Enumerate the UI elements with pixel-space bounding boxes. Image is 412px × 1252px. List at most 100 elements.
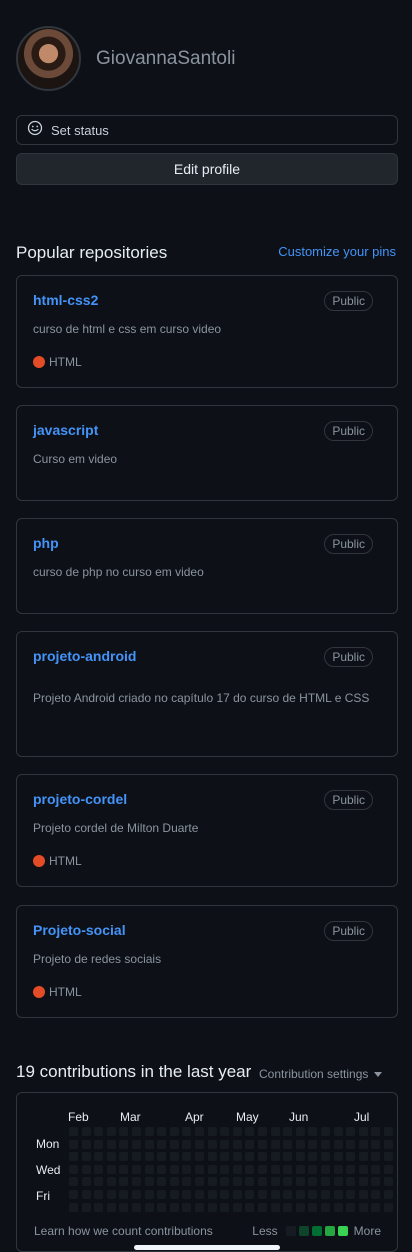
contribution-day-cell[interactable] bbox=[94, 1190, 104, 1199]
contribution-day-cell[interactable] bbox=[169, 1177, 179, 1187]
contribution-day-cell[interactable] bbox=[321, 1127, 330, 1136]
contribution-day-cell[interactable] bbox=[69, 1190, 78, 1199]
contribution-day-cell[interactable] bbox=[333, 1202, 343, 1212]
contribution-day-cell[interactable] bbox=[371, 1202, 381, 1212]
contribution-day-cell[interactable] bbox=[232, 1127, 242, 1136]
contribution-day-cell[interactable] bbox=[94, 1152, 104, 1162]
contribution-day-cell[interactable] bbox=[358, 1164, 368, 1174]
contribution-day-cell[interactable] bbox=[69, 1202, 78, 1212]
set-status-button[interactable]: Set status bbox=[16, 115, 398, 145]
contribution-day-cell[interactable] bbox=[346, 1202, 356, 1212]
contribution-day-cell[interactable] bbox=[195, 1139, 204, 1149]
contribution-day-cell[interactable] bbox=[195, 1202, 204, 1212]
contribution-day-cell[interactable] bbox=[295, 1190, 305, 1199]
contribution-day-cell[interactable] bbox=[245, 1202, 255, 1212]
contribution-day-cell[interactable] bbox=[295, 1127, 305, 1136]
contribution-day-cell[interactable] bbox=[283, 1202, 293, 1212]
contribution-day-cell[interactable] bbox=[144, 1177, 154, 1187]
contribution-day-cell[interactable] bbox=[232, 1177, 242, 1187]
contribution-day-cell[interactable] bbox=[69, 1127, 78, 1136]
contribution-settings-dropdown[interactable]: Contribution settings bbox=[259, 1067, 383, 1081]
contribution-day-cell[interactable] bbox=[182, 1190, 192, 1199]
contribution-day-cell[interactable] bbox=[157, 1139, 167, 1149]
contribution-day-cell[interactable] bbox=[169, 1139, 179, 1149]
contribution-day-cell[interactable] bbox=[283, 1164, 293, 1174]
contribution-day-cell[interactable] bbox=[270, 1164, 280, 1174]
contribution-day-cell[interactable] bbox=[358, 1127, 368, 1136]
contribution-day-cell[interactable] bbox=[182, 1202, 192, 1212]
contribution-day-cell[interactable] bbox=[195, 1152, 204, 1162]
contribution-day-cell[interactable] bbox=[220, 1139, 230, 1149]
contribution-day-cell[interactable] bbox=[258, 1127, 267, 1136]
contribution-day-cell[interactable] bbox=[270, 1177, 280, 1187]
contribution-day-cell[interactable] bbox=[258, 1164, 267, 1174]
contribution-day-cell[interactable] bbox=[106, 1152, 116, 1162]
contribution-day-cell[interactable] bbox=[119, 1177, 129, 1187]
contribution-day-cell[interactable] bbox=[220, 1164, 230, 1174]
contribution-day-cell[interactable] bbox=[333, 1127, 343, 1136]
contribution-day-cell[interactable] bbox=[144, 1139, 154, 1149]
contribution-day-cell[interactable] bbox=[258, 1152, 267, 1162]
contribution-day-cell[interactable] bbox=[232, 1139, 242, 1149]
contribution-day-cell[interactable] bbox=[81, 1177, 91, 1187]
contribution-day-cell[interactable] bbox=[106, 1164, 116, 1174]
contribution-day-cell[interactable] bbox=[371, 1190, 381, 1199]
contribution-day-cell[interactable] bbox=[169, 1127, 179, 1136]
contribution-day-cell[interactable] bbox=[182, 1164, 192, 1174]
contribution-day-cell[interactable] bbox=[346, 1127, 356, 1136]
contribution-day-cell[interactable] bbox=[245, 1139, 255, 1149]
contribution-day-cell[interactable] bbox=[371, 1152, 381, 1162]
contribution-day-cell[interactable] bbox=[132, 1139, 141, 1149]
contribution-day-cell[interactable] bbox=[182, 1152, 192, 1162]
contribution-day-cell[interactable] bbox=[144, 1164, 154, 1174]
contribution-day-cell[interactable] bbox=[69, 1164, 78, 1174]
contribution-day-cell[interactable] bbox=[232, 1164, 242, 1174]
contribution-day-cell[interactable] bbox=[358, 1190, 368, 1199]
contribution-day-cell[interactable] bbox=[169, 1202, 179, 1212]
contribution-day-cell[interactable] bbox=[132, 1202, 141, 1212]
contribution-day-cell[interactable] bbox=[144, 1127, 154, 1136]
contribution-day-cell[interactable] bbox=[182, 1139, 192, 1149]
contribution-day-cell[interactable] bbox=[358, 1177, 368, 1187]
contribution-day-cell[interactable] bbox=[119, 1127, 129, 1136]
contribution-day-cell[interactable] bbox=[132, 1190, 141, 1199]
repo-name-link[interactable]: javascript bbox=[33, 422, 98, 438]
contribution-day-cell[interactable] bbox=[94, 1164, 104, 1174]
contribution-day-cell[interactable] bbox=[207, 1152, 217, 1162]
contribution-day-cell[interactable] bbox=[333, 1139, 343, 1149]
contribution-day-cell[interactable] bbox=[346, 1164, 356, 1174]
contribution-day-cell[interactable] bbox=[308, 1164, 318, 1174]
contribution-day-cell[interactable] bbox=[195, 1177, 204, 1187]
contribution-day-cell[interactable] bbox=[207, 1177, 217, 1187]
contribution-day-cell[interactable] bbox=[321, 1190, 330, 1199]
contribution-day-cell[interactable] bbox=[321, 1177, 330, 1187]
contribution-day-cell[interactable] bbox=[69, 1152, 78, 1162]
contribution-day-cell[interactable] bbox=[384, 1202, 393, 1212]
contribution-day-cell[interactable] bbox=[157, 1190, 167, 1199]
contribution-day-cell[interactable] bbox=[371, 1164, 381, 1174]
contribution-day-cell[interactable] bbox=[258, 1202, 267, 1212]
contribution-day-cell[interactable] bbox=[106, 1177, 116, 1187]
contribution-day-cell[interactable] bbox=[308, 1139, 318, 1149]
contribution-day-cell[interactable] bbox=[270, 1139, 280, 1149]
contribution-day-cell[interactable] bbox=[220, 1127, 230, 1136]
contribution-day-cell[interactable] bbox=[195, 1164, 204, 1174]
contribution-day-cell[interactable] bbox=[132, 1177, 141, 1187]
contribution-day-cell[interactable] bbox=[346, 1190, 356, 1199]
contribution-day-cell[interactable] bbox=[295, 1164, 305, 1174]
contribution-day-cell[interactable] bbox=[207, 1127, 217, 1136]
repo-name-link[interactable]: projeto-cordel bbox=[33, 791, 127, 807]
contribution-day-cell[interactable] bbox=[333, 1152, 343, 1162]
contribution-day-cell[interactable] bbox=[94, 1177, 104, 1187]
contribution-day-cell[interactable] bbox=[283, 1139, 293, 1149]
contribution-day-cell[interactable] bbox=[371, 1127, 381, 1136]
contribution-day-cell[interactable] bbox=[106, 1190, 116, 1199]
contribution-day-cell[interactable] bbox=[81, 1127, 91, 1136]
repo-name-link[interactable]: projeto-android bbox=[33, 648, 136, 664]
contribution-day-cell[interactable] bbox=[119, 1139, 129, 1149]
contribution-day-cell[interactable] bbox=[358, 1139, 368, 1149]
contribution-day-cell[interactable] bbox=[69, 1177, 78, 1187]
contribution-day-cell[interactable] bbox=[144, 1202, 154, 1212]
contribution-day-cell[interactable] bbox=[270, 1190, 280, 1199]
contribution-day-cell[interactable] bbox=[258, 1190, 267, 1199]
